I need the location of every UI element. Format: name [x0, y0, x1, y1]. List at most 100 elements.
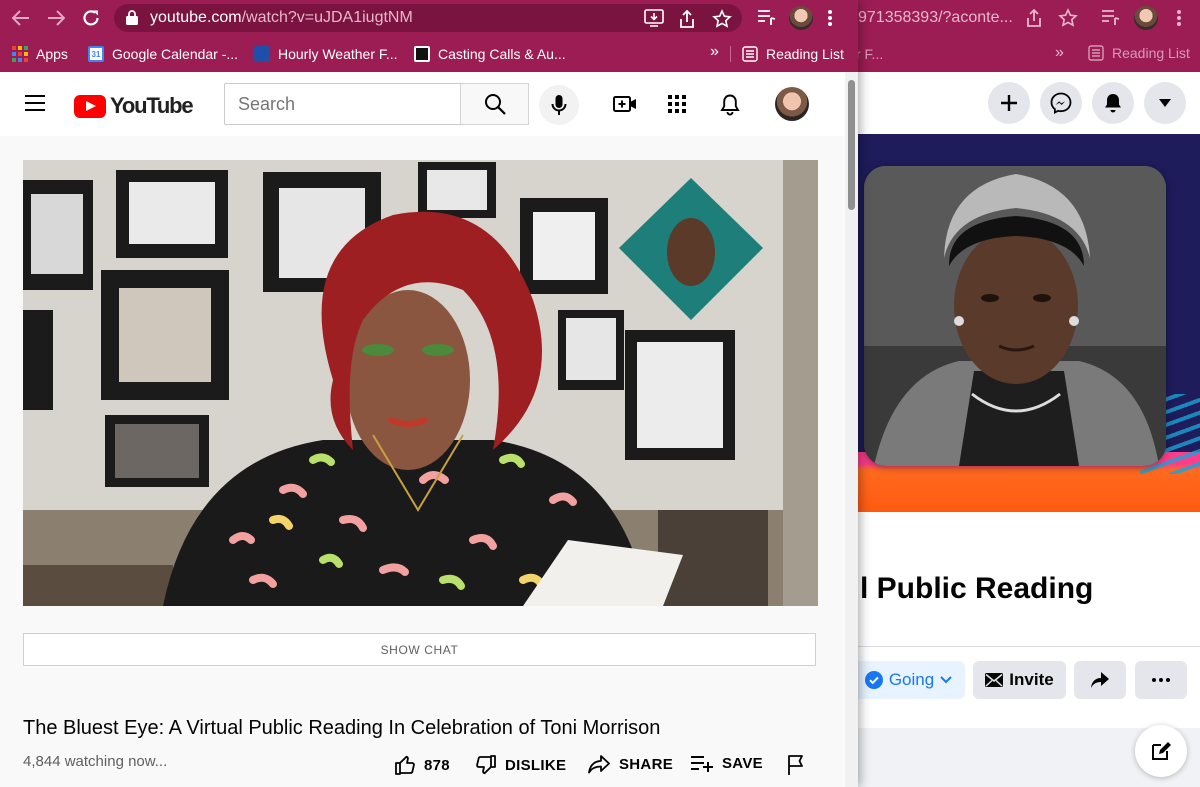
bookmark-label: Google Calendar -...: [112, 46, 239, 62]
report-button[interactable]: [786, 754, 806, 776]
invite-button[interactable]: Invite: [973, 661, 1066, 699]
bookmark-google-calendar[interactable]: 31 Google Calendar -...: [88, 44, 238, 64]
like-button[interactable]: 878: [394, 754, 450, 776]
hamburger-menu-icon[interactable]: [25, 95, 47, 113]
share-arrow-icon: [1091, 672, 1109, 688]
bookmark-label: Hourly Weather F...: [278, 46, 398, 62]
save-button[interactable]: SAVE: [690, 754, 763, 772]
reading-list-button[interactable]: Reading List: [742, 44, 844, 64]
lock-icon[interactable]: [126, 10, 138, 30]
casting-icon: [414, 46, 430, 62]
share-icon[interactable]: [678, 9, 696, 34]
new-message-button[interactable]: [1135, 725, 1187, 777]
event-portrait-photo: [864, 166, 1166, 466]
forward-button[interactable]: [45, 7, 67, 29]
bookmark-star-icon[interactable]: [712, 9, 732, 34]
search-icon: [484, 94, 506, 115]
video-frame: [23, 160, 818, 606]
kebab-menu-icon[interactable]: [827, 8, 833, 33]
facebook-header: [850, 72, 1200, 134]
voice-search-button[interactable]: [539, 85, 579, 125]
youtube-header: YouTube: [0, 72, 845, 136]
share-event-button[interactable]: [1074, 661, 1126, 699]
browser-toolbar: youtube.com/watch?v=uJDA1iugtNM: [0, 0, 858, 36]
notifications-bell-icon[interactable]: [718, 92, 742, 116]
bookmark-hourly-weather[interactable]: Hourly Weather F...: [254, 44, 398, 64]
going-label: Going: [888, 670, 935, 689]
event-details: l Public Reading Going Invite: [850, 512, 1200, 787]
reading-list-icon: [1088, 45, 1104, 61]
show-chat-button[interactable]: SHOW CHAT: [23, 633, 816, 666]
divider: [850, 646, 1200, 647]
chevron-down-icon: [940, 676, 952, 684]
reading-list-button[interactable]: Reading List: [1088, 45, 1190, 61]
profile-avatar[interactable]: [1134, 6, 1158, 30]
bookmarks-divider: [730, 46, 731, 62]
url-text: youtube.com/watch?v=uJDA1iugtNM: [150, 9, 413, 27]
bookmark-casting-calls[interactable]: Casting Calls & Au...: [414, 44, 566, 64]
event-title: l Public Reading: [860, 572, 1094, 605]
url-host: youtube.com: [150, 9, 242, 26]
like-count: 878: [424, 756, 450, 774]
bookmark-label: Apps: [36, 46, 68, 62]
dislike-button[interactable]: DISLIKE: [475, 754, 566, 776]
background-facebook-window: 971358393/?aconte... r F... » Reading Li…: [850, 0, 1200, 787]
account-menu-button[interactable]: [1144, 82, 1186, 124]
notifications-button[interactable]: [1092, 82, 1134, 124]
bg-browser-toolbar: 971358393/?aconte...: [850, 0, 1200, 36]
flag-icon: [788, 755, 803, 775]
bookmarks-overflow-button[interactable]: »: [710, 43, 719, 61]
apps-grid-icon[interactable]: [665, 92, 689, 116]
scrollbar-thumb[interactable]: [848, 80, 855, 210]
video-player[interactable]: [23, 160, 818, 606]
page-scrollbar[interactable]: [845, 72, 858, 787]
caret-down-icon: [1159, 99, 1171, 107]
bg-address-text[interactable]: 971358393/?aconte...: [858, 9, 1013, 27]
back-button[interactable]: [10, 7, 32, 29]
youtube-wordmark: YouTube: [110, 93, 194, 118]
reading-list-label: Reading List: [766, 46, 844, 62]
youtube-logo[interactable]: YouTube: [74, 93, 194, 119]
reload-button[interactable]: [80, 7, 102, 29]
playlist-icon[interactable]: [1100, 8, 1120, 31]
playlist-add-icon: [691, 756, 713, 772]
search-input[interactable]: [224, 83, 461, 125]
profile-avatar[interactable]: [789, 6, 813, 30]
going-button[interactable]: Going: [852, 661, 965, 699]
bookmark-label: Casting Calls & Au...: [438, 46, 566, 62]
account-avatar[interactable]: [775, 87, 809, 121]
video-title: The Bluest Eye: A Virtual Public Reading…: [23, 717, 661, 739]
thumbs-up-icon: [395, 755, 415, 775]
bg-bookmark-partial[interactable]: r F...: [856, 46, 883, 62]
kebab-menu-icon[interactable]: [1176, 8, 1182, 33]
create-button[interactable]: [988, 82, 1030, 124]
bookmarks-bar: Apps 31 Google Calendar -... Hourly Weat…: [0, 36, 858, 72]
portrait-illustration: [864, 166, 1166, 466]
invite-label: Invite: [1009, 670, 1054, 689]
search-button[interactable]: [460, 83, 529, 125]
install-app-icon[interactable]: [644, 9, 664, 32]
messenger-icon: [1050, 92, 1072, 114]
share-icon[interactable]: [1025, 8, 1043, 33]
reading-list-label: Reading List: [1112, 45, 1190, 61]
ellipsis-icon: [1152, 678, 1170, 682]
more-options-button[interactable]: [1135, 661, 1187, 699]
star-icon[interactable]: [1058, 8, 1078, 33]
share-arrow-icon: [588, 755, 610, 774]
event-cover-image: [850, 134, 1200, 512]
create-video-icon[interactable]: [613, 92, 637, 116]
bookmarks-overflow-button[interactable]: »: [1055, 44, 1064, 62]
thumbs-down-icon: [476, 755, 496, 775]
microphone-icon: [551, 95, 567, 115]
messenger-button[interactable]: [1040, 82, 1082, 124]
bg-bookmarks-bar: r F... » Reading List: [850, 36, 1200, 72]
address-bar[interactable]: youtube.com/watch?v=uJDA1iugtNM: [114, 4, 742, 32]
media-controls-icon[interactable]: [756, 8, 776, 31]
share-button[interactable]: SHARE: [587, 754, 673, 774]
save-label: SAVE: [722, 754, 763, 772]
envelope-icon: [985, 673, 1004, 687]
youtube-play-icon: [74, 94, 106, 118]
apps-grid-icon: [12, 46, 28, 62]
bookmark-apps[interactable]: Apps: [12, 44, 68, 64]
arrow-left-icon: [12, 10, 29, 26]
